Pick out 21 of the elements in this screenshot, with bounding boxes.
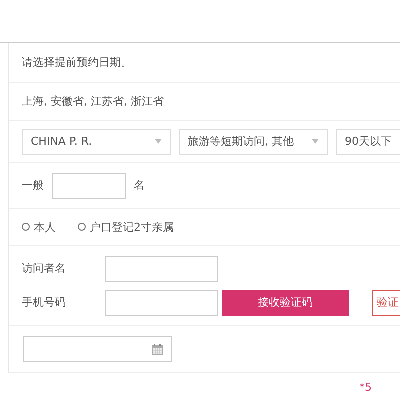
dropdown[interactable]: 旅游等短期访问, 其他 [179, 128, 328, 154]
radio-option[interactable]: 户口登记2寸亲属 [78, 220, 174, 234]
receive-code-button[interactable]: 接收验证码 [222, 290, 349, 316]
caret-icon [155, 139, 162, 144]
caret-icon [312, 139, 319, 144]
count-label: 一般 [22, 178, 44, 193]
phone-label: 手机号码 [22, 295, 67, 310]
name-field[interactable] [105, 256, 218, 282]
calendar-icon [152, 344, 163, 354]
dropdown[interactable]: 90天以下 [336, 128, 400, 154]
footnote-text: *5 [360, 381, 372, 394]
phone-field[interactable] [105, 290, 218, 316]
code-field[interactable]: 验证 [372, 290, 400, 316]
radio-option[interactable]: 本人 [22, 220, 56, 234]
notice-text: 请选择提前预约日期。 [22, 55, 132, 70]
region-text: 上海, 安徽省, 江苏省, 浙江省 [22, 94, 164, 109]
count-field[interactable] [52, 172, 126, 198]
unit-label: 名 [134, 178, 145, 193]
visitor-label: 访问者名 [22, 261, 67, 276]
date-field[interactable] [23, 336, 172, 362]
dropdown[interactable]: CHINA P. R. [22, 128, 171, 154]
